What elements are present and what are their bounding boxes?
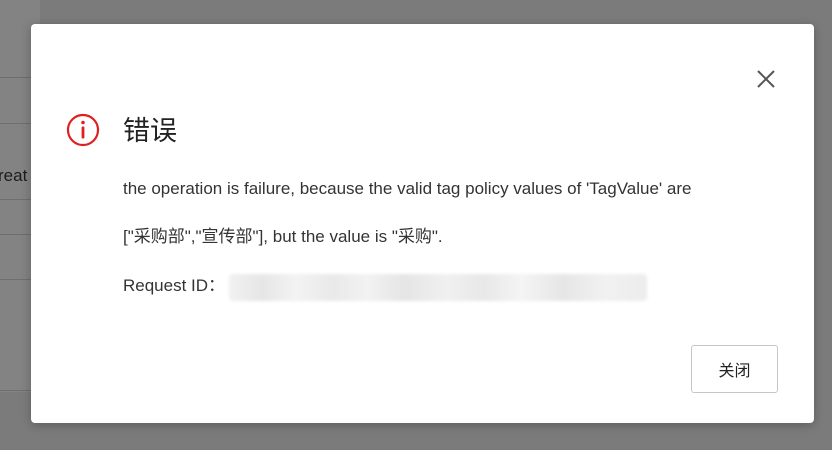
request-id-label: Request ID： (123, 276, 226, 295)
close-icon[interactable] (753, 66, 779, 92)
error-dialog: 错误 the operation is failure, because the… (31, 24, 814, 423)
error-message-line-2: ["采购部","宣传部"], but the value is "采购". (123, 227, 443, 246)
background-partial-text: reat (0, 166, 28, 185)
dialog-title: 错误 (123, 116, 177, 147)
request-id-value-redacted (229, 274, 647, 301)
error-circle-icon (66, 113, 100, 147)
error-message-line-1: the operation is failure, because the va… (123, 179, 692, 198)
close-button[interactable]: 关闭 (691, 345, 778, 393)
